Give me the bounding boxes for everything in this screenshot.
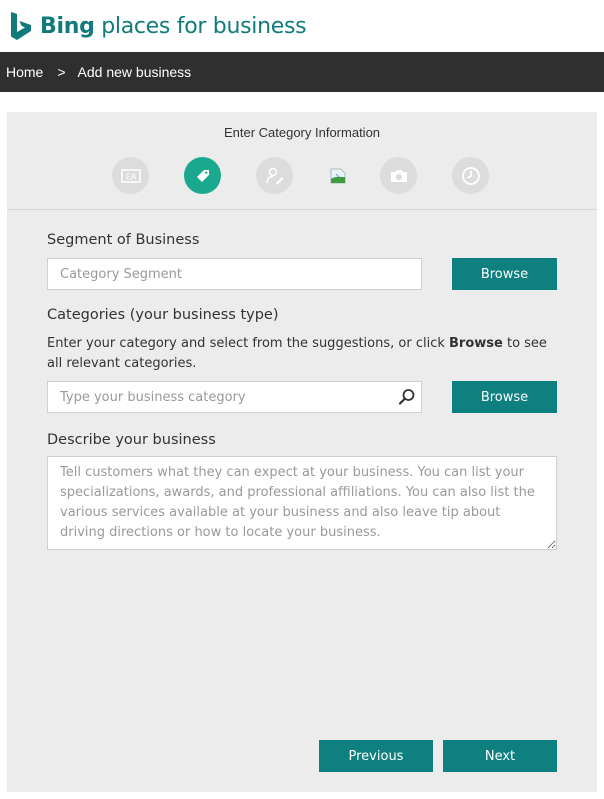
brand-rest: places for business: [94, 13, 307, 39]
bing-logo-icon: [11, 12, 31, 40]
description-label: Describe your business: [47, 432, 216, 448]
camera-icon: [390, 169, 407, 182]
contact-edit-icon: [265, 167, 283, 184]
step-image[interactable]: [328, 166, 348, 186]
tag-icon: [196, 169, 209, 182]
step-business-info[interactable]: EA: [112, 157, 149, 194]
step-photos[interactable]: [380, 157, 417, 194]
help-text-browse: Browse: [449, 336, 503, 351]
business-card-icon: EA: [120, 168, 141, 183]
breadcrumb-home-link[interactable]: Home: [6, 64, 43, 80]
steps-divider: [7, 209, 597, 210]
help-text-part: Enter your category and select from the …: [47, 336, 450, 351]
brand-bold: Bing: [40, 13, 95, 39]
description-textarea[interactable]: [47, 456, 557, 550]
category-browse-button[interactable]: Browse: [452, 381, 557, 413]
wizard-steps: EA: [7, 157, 597, 197]
next-button[interactable]: Next: [443, 740, 557, 772]
bing-places-logo[interactable]: Bing places for business: [10, 12, 307, 40]
segment-browse-button[interactable]: Browse: [452, 258, 557, 290]
step-contact[interactable]: [256, 157, 293, 194]
segment-input[interactable]: [47, 258, 422, 290]
wizard-panel: Enter Category Information EA Segment of…: [7, 112, 597, 792]
svg-text:EA: EA: [125, 172, 136, 181]
breadcrumb-separator: >: [57, 64, 66, 80]
step-title: Enter Category Information: [223, 125, 381, 140]
breadcrumb: Home > Add new business: [0, 52, 604, 92]
search-icon[interactable]: [398, 388, 416, 410]
segment-label: Segment of Business: [47, 232, 200, 248]
header: Bing places for business: [0, 0, 604, 52]
previous-button[interactable]: Previous: [319, 740, 433, 772]
categories-label: Categories (your business type): [47, 307, 279, 323]
broken-image-icon: [330, 168, 346, 184]
breadcrumb-current: Add new business: [77, 64, 192, 80]
clock-icon: [461, 166, 480, 185]
step-category[interactable]: [184, 157, 221, 194]
category-input[interactable]: [47, 381, 422, 413]
step-hours[interactable]: [452, 157, 489, 194]
categories-help-text: Enter your category and select from the …: [47, 334, 547, 374]
